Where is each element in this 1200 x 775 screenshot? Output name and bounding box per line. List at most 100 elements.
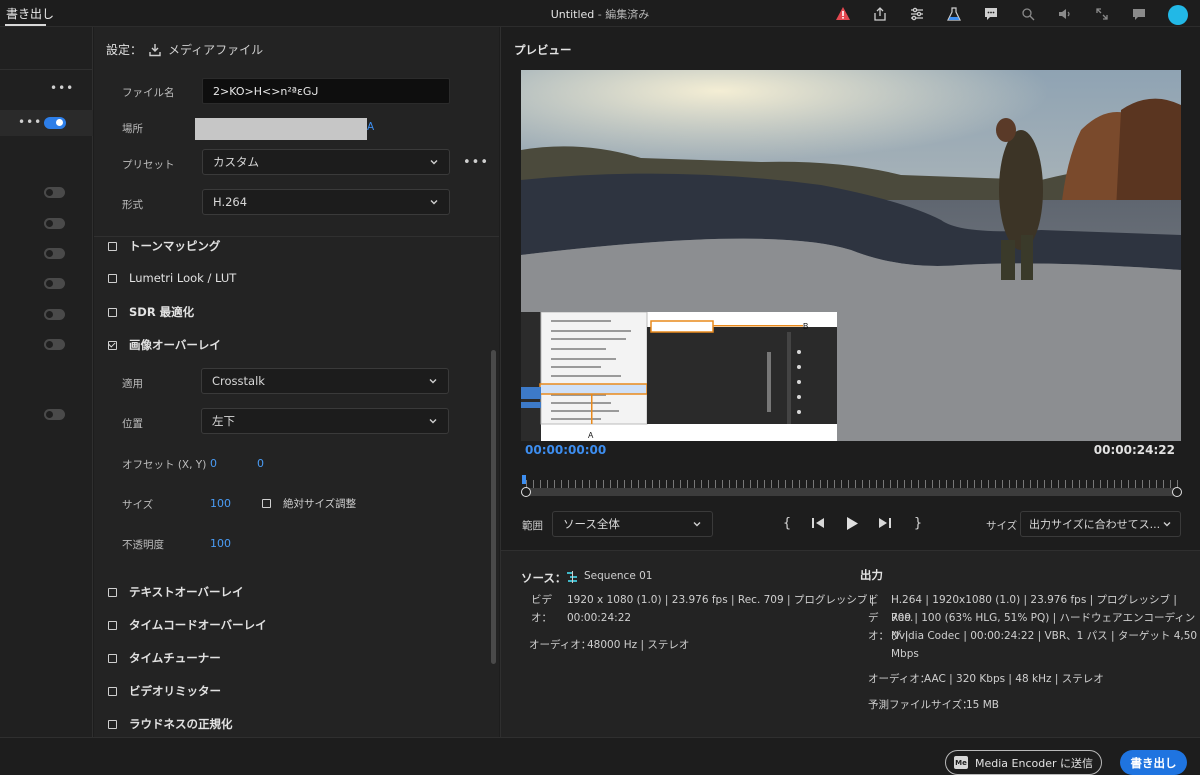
overlay-opacity-value[interactable]: 100 xyxy=(210,537,231,550)
rail-toggle[interactable] xyxy=(44,278,65,289)
overlay-apply-dropdown[interactable]: Crosstalk xyxy=(201,368,449,394)
profile-avatar[interactable] xyxy=(1157,2,1194,26)
preview-size-dropdown[interactable]: 出力サイズに合わせてス... xyxy=(1020,511,1181,537)
rail-toggle[interactable] xyxy=(44,248,65,259)
loudness-label: ラウドネスの正規化 xyxy=(129,717,233,731)
out-point-handle[interactable] xyxy=(1172,487,1182,497)
settings-sliders-icon[interactable] xyxy=(898,2,935,26)
overlay-position-dropdown[interactable]: 左下 xyxy=(201,408,449,434)
summary-panel: ソース： Sequence 01 ビデ オ： 1920 x 1080 (1.0)… xyxy=(500,550,1200,737)
source-video-label-2: オ： xyxy=(531,612,552,624)
rail-toggle[interactable] xyxy=(44,339,65,350)
time-tuner-checkbox[interactable] xyxy=(108,653,117,663)
loudness-toggle[interactable]: ラウドネスの正規化 xyxy=(108,716,233,732)
format-label: 形式 xyxy=(122,199,143,211)
share-icon[interactable] xyxy=(861,2,898,26)
document-status: - 編集済み xyxy=(594,8,650,21)
text-overlay-toggle[interactable]: テキストオーバーレイ xyxy=(108,584,244,600)
play-icon[interactable] xyxy=(842,513,862,533)
feedback-icon[interactable] xyxy=(1120,2,1157,26)
settings-header-label: 設定： xyxy=(106,43,143,57)
playhead[interactable] xyxy=(522,475,526,484)
rail-toggle-active[interactable] xyxy=(44,117,66,129)
source-heading: ソース： xyxy=(521,571,567,585)
export-button[interactable]: 書き出し xyxy=(1120,750,1187,775)
chevron-down-icon xyxy=(429,379,437,384)
preview-size-value: 出力サイズに合わせてス... xyxy=(1029,518,1161,531)
time-tuner-toggle[interactable]: タイムチューナー xyxy=(108,650,221,666)
video-limiter-label: ビデオリミッター xyxy=(129,684,221,698)
top-bar: 書き出し Untitled - 編集済み xyxy=(0,0,1200,27)
settings-scrollbar[interactable] xyxy=(491,350,496,664)
rail-row-more-icon[interactable]: ••• xyxy=(18,115,42,129)
source-video-label-1: ビデ xyxy=(531,594,552,606)
timeline-scrubber[interactable] xyxy=(526,488,1178,496)
search-sparkle-icon[interactable] xyxy=(1009,2,1046,26)
absolute-size-checkbox[interactable] xyxy=(262,499,271,508)
timecode-overlay-checkbox[interactable] xyxy=(108,620,117,630)
overlay-apply-label: 適用 xyxy=(122,378,143,390)
settings-header: 設定： メディアファイル xyxy=(106,41,263,58)
location-link[interactable]: A xyxy=(367,121,374,133)
timeline-ruler xyxy=(526,480,1178,488)
overlay-size-value[interactable]: 100 xyxy=(210,497,231,510)
output-video-label-2: デ xyxy=(868,612,879,624)
settings-header-target: メディアファイル xyxy=(168,43,264,57)
mark-in-icon[interactable]: { xyxy=(777,513,797,533)
output-video-label-1: ビ xyxy=(868,594,879,606)
comments-icon[interactable] xyxy=(972,2,1009,26)
text-overlay-checkbox[interactable] xyxy=(108,587,117,597)
output-video-label-3: オ： xyxy=(868,630,889,642)
sdr-toggle[interactable]: SDR 最適化 xyxy=(108,304,194,320)
lumetri-toggle[interactable]: Lumetri Look / LUT xyxy=(108,271,236,285)
timecode-out: 00:00:24:22 xyxy=(1093,443,1175,457)
document-name: Untitled xyxy=(550,8,595,21)
volume-icon[interactable] xyxy=(1046,2,1083,26)
step-forward-icon[interactable] xyxy=(875,513,895,533)
sdr-checkbox[interactable] xyxy=(108,307,117,317)
overlay-offset-y[interactable]: 0 xyxy=(257,457,264,470)
chevron-down-icon xyxy=(430,160,438,165)
timecode-in[interactable]: 00:00:00:00 xyxy=(525,443,606,457)
format-dropdown[interactable]: H.264 xyxy=(202,189,450,215)
rail-toggle[interactable] xyxy=(44,309,65,320)
callout-b: B xyxy=(803,322,808,331)
video-limiter-toggle[interactable]: ビデオリミッター xyxy=(108,683,221,699)
source-audio-label: オーディオ： xyxy=(529,639,592,651)
send-to-media-encoder-button[interactable]: Me Media Encoder に送信 xyxy=(945,750,1102,775)
overlay-offset-label: オフセット (X, Y) xyxy=(122,459,207,471)
preset-value: カスタム xyxy=(213,155,259,169)
rail-toggle[interactable] xyxy=(44,409,65,420)
download-icon xyxy=(149,43,161,56)
overlay-image: B A xyxy=(521,311,837,441)
output-audio-label: オーディオ： xyxy=(868,673,931,685)
absolute-size-toggle[interactable]: 絶対サイズ調整 xyxy=(262,496,356,511)
chevron-down-icon xyxy=(429,419,437,424)
lab-flask-icon[interactable] xyxy=(935,2,972,26)
rail-toggle[interactable] xyxy=(44,187,65,198)
range-dropdown[interactable]: ソース全体 xyxy=(552,511,713,537)
filename-label: ファイル名 xyxy=(122,87,175,99)
timecode-overlay-toggle[interactable]: タイムコードオーバーレイ xyxy=(108,617,267,633)
image-overlay-toggle[interactable]: 画像オーバーレイ xyxy=(108,337,221,353)
tone-mapping-checkbox[interactable] xyxy=(108,241,117,251)
video-limiter-checkbox[interactable] xyxy=(108,686,117,696)
in-point-handle[interactable] xyxy=(521,487,531,497)
step-back-icon[interactable] xyxy=(808,513,828,533)
chevron-down-icon xyxy=(693,522,701,527)
tone-mapping-toggle[interactable]: トーンマッピング xyxy=(108,238,220,254)
rail-more-icon[interactable]: ••• xyxy=(50,81,74,95)
sdr-label: SDR 最適化 xyxy=(129,305,195,319)
lumetri-checkbox[interactable] xyxy=(108,273,117,283)
image-overlay-checkbox[interactable] xyxy=(108,340,117,350)
fullscreen-icon[interactable] xyxy=(1083,2,1120,26)
rail-toggle[interactable] xyxy=(44,218,65,229)
overlay-offset-x[interactable]: 0 xyxy=(210,457,217,470)
loudness-checkbox[interactable] xyxy=(108,719,117,729)
filename-input[interactable]: 2>KO>H<>n²ªεGᒍ xyxy=(202,78,450,104)
preset-dropdown[interactable]: カスタム xyxy=(202,149,450,175)
mark-out-icon[interactable]: } xyxy=(908,513,928,533)
preset-more-icon[interactable]: ••• xyxy=(463,155,489,170)
warning-icon[interactable] xyxy=(824,2,861,26)
location-path[interactable] xyxy=(195,118,367,140)
